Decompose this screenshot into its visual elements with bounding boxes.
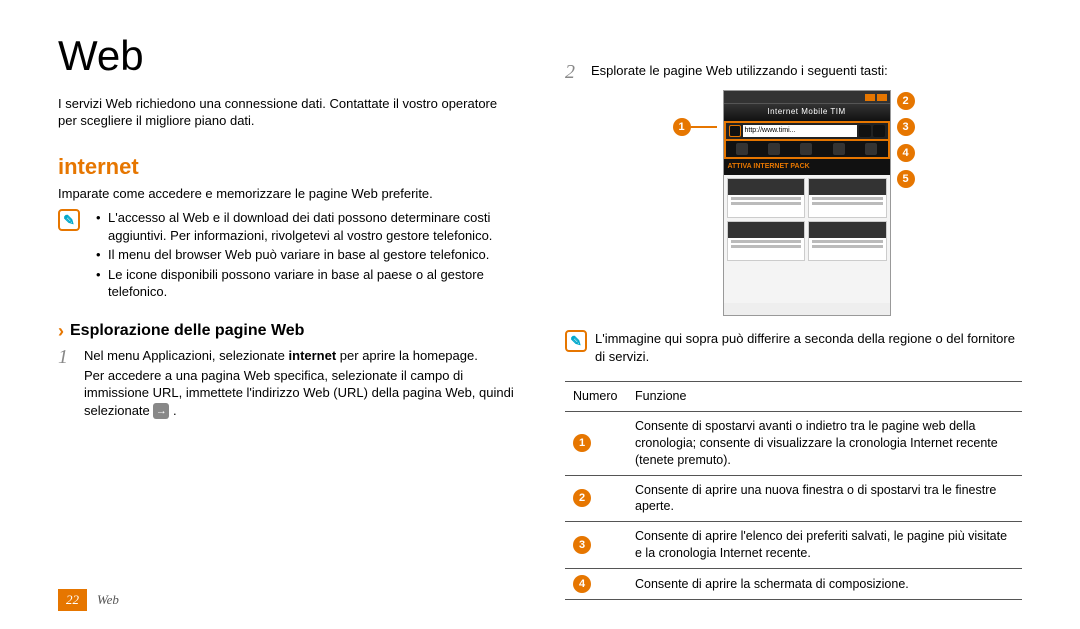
note-item: Le icone disponibili possono variare in … bbox=[96, 266, 515, 301]
callout-marker-5: 5 bbox=[897, 170, 915, 188]
note-block: ✎ L'accesso al Web e il download dei dat… bbox=[58, 209, 515, 303]
footer-section: Web bbox=[97, 591, 119, 609]
note-item: L'accesso al Web e il download dei dati … bbox=[96, 209, 515, 244]
row-marker: 3 bbox=[573, 536, 591, 554]
callout-leader: 1 bbox=[673, 118, 717, 136]
functions-table: Numero Funzione 1 Consente di spostarvi … bbox=[565, 381, 1022, 600]
promo-banner: ATTIVA INTERNET PACK bbox=[724, 159, 890, 175]
intro-text: I servizi Web richiedono una connessione… bbox=[58, 95, 515, 130]
page-footer: 22 Web bbox=[58, 589, 119, 611]
page-number: 22 bbox=[58, 589, 87, 611]
row-marker: 2 bbox=[573, 489, 591, 507]
row-desc: Consente di aprire l'elenco dei preferit… bbox=[627, 522, 1022, 569]
row-marker: 4 bbox=[573, 575, 591, 593]
page-footer-area bbox=[724, 303, 890, 315]
back-button-icon bbox=[729, 125, 741, 137]
callout-marker-3: 3 bbox=[897, 118, 915, 136]
step-number: 2 bbox=[565, 62, 583, 82]
compose-icon bbox=[736, 143, 748, 155]
note-icon: ✎ bbox=[565, 330, 587, 352]
step-text: Per accedere a una pagina Web specifica,… bbox=[84, 368, 514, 418]
row-desc: Consente di aprire una nuova finestra o … bbox=[627, 475, 1022, 522]
url-input: http://www.timi... bbox=[743, 125, 857, 137]
step-text: per aprire la homepage. bbox=[336, 348, 478, 363]
section-heading-internet: internet bbox=[58, 152, 515, 182]
toolbar-icon bbox=[833, 143, 845, 155]
th-funzione: Funzione bbox=[627, 382, 1022, 412]
phone-screenshot: Internet Mobile TIM http://www.timi... A… bbox=[723, 90, 891, 316]
table-row: 2 Consente di aprire una nuova finestra … bbox=[565, 475, 1022, 522]
callout-marker-4: 4 bbox=[897, 144, 915, 162]
callout-marker-1: 1 bbox=[673, 118, 691, 136]
bookmark-icon bbox=[873, 125, 885, 137]
go-arrow-icon: → bbox=[153, 403, 169, 419]
page-title: Web bbox=[58, 28, 515, 85]
chevron-right-icon: › bbox=[58, 319, 64, 343]
subheading-text: Esplorazione delle pagine Web bbox=[70, 320, 304, 342]
note-icon: ✎ bbox=[58, 209, 80, 231]
browser-figure: 1 Internet Mobile TIM http://www.timi... bbox=[565, 90, 1022, 316]
step-text: Nel menu Applicazioni, selezionate bbox=[84, 348, 289, 363]
row-desc: Consente di spostarvi avanti o indietro … bbox=[627, 411, 1022, 475]
step-1: 1 Nel menu Applicazioni, selezionate int… bbox=[58, 347, 515, 419]
toolbar-icon bbox=[865, 143, 877, 155]
table-row: 4 Consente di aprire la schermata di com… bbox=[565, 569, 1022, 600]
step-bold: internet bbox=[289, 348, 337, 363]
step-text: Esplorate le pagine Web utilizzando i se… bbox=[591, 62, 1022, 82]
row-desc: Consente di aprire la schermata di compo… bbox=[627, 569, 1022, 600]
note-block-2: ✎ L'immagine qui sopra può differire a s… bbox=[565, 330, 1022, 365]
status-bar bbox=[724, 91, 890, 103]
step-number: 1 bbox=[58, 347, 76, 419]
table-row: 3 Consente di aprire l'elenco dei prefer… bbox=[565, 522, 1022, 569]
windows-icon bbox=[859, 125, 871, 137]
callout-marker-2: 2 bbox=[897, 92, 915, 110]
step-2: 2 Esplorate le pagine Web utilizzando i … bbox=[565, 62, 1022, 82]
page-content bbox=[724, 175, 890, 264]
table-row: 1 Consente di spostarvi avanti o indietr… bbox=[565, 411, 1022, 475]
th-numero: Numero bbox=[565, 382, 627, 412]
row-marker: 1 bbox=[573, 434, 591, 452]
note-list: L'accesso al Web e il download dei dati … bbox=[88, 209, 515, 303]
toolbar-icon bbox=[800, 143, 812, 155]
section-lead: Imparate come accedere e memorizzare le … bbox=[58, 185, 515, 203]
subheading-esplorazione: › Esplorazione delle pagine Web bbox=[58, 319, 515, 343]
note-text: L'immagine qui sopra può differire a sec… bbox=[595, 330, 1022, 365]
note-item: Il menu del browser Web può variare in b… bbox=[96, 246, 515, 264]
browser-toolbar bbox=[724, 141, 890, 159]
url-bar-row: http://www.timi... bbox=[724, 121, 890, 141]
browser-tab-title: Internet Mobile TIM bbox=[724, 103, 890, 121]
toolbar-icon bbox=[768, 143, 780, 155]
